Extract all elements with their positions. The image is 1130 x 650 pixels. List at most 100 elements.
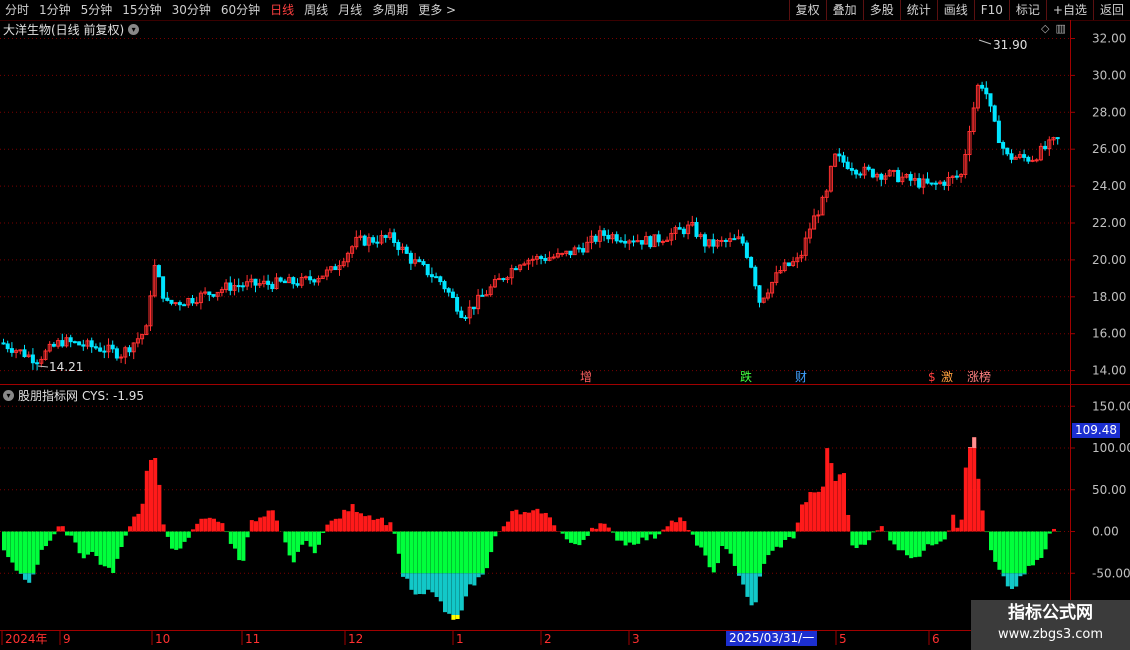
candle-body bbox=[371, 237, 376, 243]
indicator-bar bbox=[136, 513, 141, 532]
indicator-bar bbox=[27, 531, 32, 574]
candle-body bbox=[194, 302, 199, 305]
indicator-bar bbox=[594, 528, 599, 532]
indicator-bar bbox=[917, 531, 922, 557]
indicator-bar bbox=[1039, 531, 1044, 558]
indicator-bar bbox=[984, 531, 989, 533]
indicator-bar bbox=[703, 531, 708, 556]
indicator-bar bbox=[73, 531, 78, 543]
indicator-bar-deep bbox=[405, 573, 410, 579]
candle-body bbox=[89, 340, 94, 348]
candle-body bbox=[278, 277, 283, 282]
indicator-axis-label: 50.00 bbox=[1092, 483, 1126, 497]
indicator-bar bbox=[258, 517, 263, 532]
indicator-bar bbox=[741, 531, 746, 574]
candle-body bbox=[77, 341, 82, 346]
indicator-bar bbox=[900, 531, 905, 551]
indicator-bar bbox=[955, 527, 960, 532]
indicator-bar-deep bbox=[476, 573, 481, 578]
candle-body bbox=[375, 241, 380, 244]
indicator-bar bbox=[590, 527, 594, 532]
candle-body bbox=[732, 238, 737, 241]
candle-body bbox=[677, 227, 682, 230]
indicator-bar bbox=[989, 531, 993, 551]
candle-body bbox=[5, 343, 10, 350]
indicator-bar bbox=[1035, 531, 1040, 560]
date-axis-label: 5 bbox=[839, 632, 847, 646]
candle-body bbox=[1022, 154, 1027, 158]
indicator-bar-deep bbox=[422, 573, 426, 595]
indicator-bar bbox=[262, 516, 267, 532]
indicator-bar bbox=[329, 520, 334, 532]
indicator-bar bbox=[1022, 531, 1027, 574]
price-axis-label: 20.00 bbox=[1092, 253, 1126, 267]
indicator-bar bbox=[1043, 531, 1048, 550]
candle-body bbox=[568, 250, 573, 256]
candle-body bbox=[282, 280, 287, 284]
indicator-bar bbox=[615, 531, 620, 541]
indicator-bar bbox=[661, 529, 666, 532]
indicator-bar bbox=[606, 527, 611, 532]
indicator-bar bbox=[35, 531, 40, 565]
indicator-bar bbox=[182, 531, 187, 542]
date-cursor-badge: 2025/03/31/一 bbox=[726, 631, 818, 646]
indicator-bar bbox=[808, 492, 813, 532]
indicator-bar bbox=[947, 530, 951, 532]
candle-body bbox=[9, 348, 14, 353]
indicator-bar bbox=[98, 531, 103, 565]
candle-body bbox=[942, 181, 947, 186]
indicator-bar bbox=[39, 531, 44, 550]
indicator-bar bbox=[510, 511, 515, 532]
event-marker: 财 bbox=[795, 370, 807, 384]
indicator-bar-deep bbox=[464, 573, 468, 597]
candle-body bbox=[114, 348, 119, 359]
candle-body bbox=[539, 256, 544, 259]
indicator-bar bbox=[816, 491, 821, 532]
indicator-bar bbox=[459, 531, 464, 574]
event-marker: 跌 bbox=[740, 369, 752, 384]
indicator-bar bbox=[94, 531, 99, 557]
indicator-bar bbox=[455, 531, 460, 574]
candle-body bbox=[618, 240, 623, 243]
candle-body bbox=[18, 349, 23, 352]
indicator-bar bbox=[909, 531, 914, 559]
candle-body bbox=[35, 362, 40, 365]
indicator-bar-deep bbox=[413, 573, 418, 595]
candle-body bbox=[22, 349, 27, 358]
candle-body bbox=[480, 294, 485, 297]
low-price-label: 14.21 bbox=[49, 360, 83, 374]
candle-body bbox=[602, 230, 607, 236]
indicator-bar bbox=[174, 531, 179, 550]
candle-body bbox=[639, 240, 644, 245]
indicator-bar bbox=[963, 467, 968, 532]
indicator-bar bbox=[644, 531, 649, 541]
indicator-bar bbox=[968, 447, 972, 532]
indicator-bar-deep bbox=[409, 573, 414, 590]
indicator-bar bbox=[472, 531, 477, 574]
indicator-bar-deep bbox=[23, 573, 27, 580]
indicator-bar-deep bbox=[426, 573, 431, 590]
date-axis-label: 11 bbox=[245, 632, 260, 646]
indicator-bar-extreme bbox=[451, 615, 456, 620]
indicator-bar bbox=[438, 531, 443, 574]
indicator-bar bbox=[304, 531, 309, 541]
indicator-bar-deep bbox=[1010, 573, 1014, 589]
indicator-bar bbox=[333, 518, 338, 532]
candle-body bbox=[446, 288, 451, 293]
candle-body bbox=[182, 304, 187, 307]
candle-body bbox=[744, 242, 749, 258]
indicator-bar bbox=[1047, 531, 1052, 534]
indicator-bar bbox=[1018, 531, 1023, 574]
candle-body bbox=[1009, 153, 1014, 160]
indicator-bar-deep bbox=[468, 573, 473, 585]
candle-body bbox=[1030, 159, 1035, 162]
indicator-bar bbox=[993, 531, 998, 562]
indicator-bar bbox=[493, 531, 498, 537]
indicator-bar bbox=[1014, 531, 1019, 574]
candle-body bbox=[984, 87, 989, 95]
candle-body bbox=[51, 343, 56, 347]
candle-body bbox=[879, 173, 884, 180]
candle-body bbox=[711, 239, 716, 247]
candle-body bbox=[606, 234, 611, 240]
indicator-bar bbox=[535, 508, 540, 532]
